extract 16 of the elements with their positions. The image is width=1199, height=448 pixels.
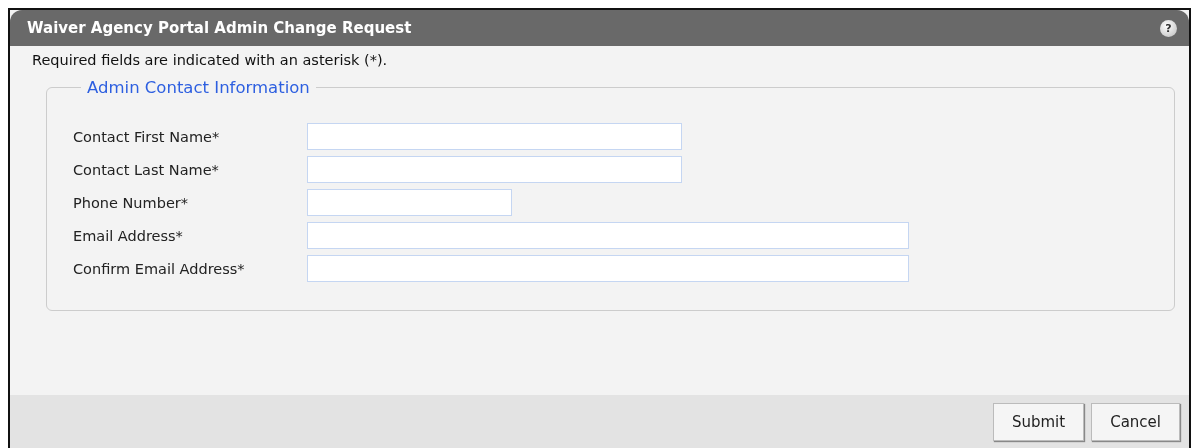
input-field[interactable] (307, 255, 909, 282)
dialog-button[interactable]: Submit (992, 402, 1085, 441)
help-button[interactable]: ? (1160, 19, 1177, 37)
input-field[interactable] (307, 156, 682, 183)
input-field[interactable] (307, 189, 512, 216)
field-label: Contact First Name* (73, 128, 221, 145)
field-label: Email Address* (73, 227, 184, 244)
input-field[interactable] (307, 123, 682, 150)
section-legend: Admin Contact Information (81, 78, 316, 97)
field-label: Contact Last Name* (73, 161, 220, 178)
dialog-button[interactable]: Cancel (1091, 402, 1180, 441)
field-label: Confirm Email Address* (73, 260, 246, 277)
window-title: Waiver Agency Portal Admin Change Request (27, 19, 412, 37)
input-field[interactable] (307, 222, 909, 249)
required-note: Required fields are indicated with an asterisk (*). (32, 52, 389, 68)
field-label: Phone Number* (73, 194, 190, 211)
